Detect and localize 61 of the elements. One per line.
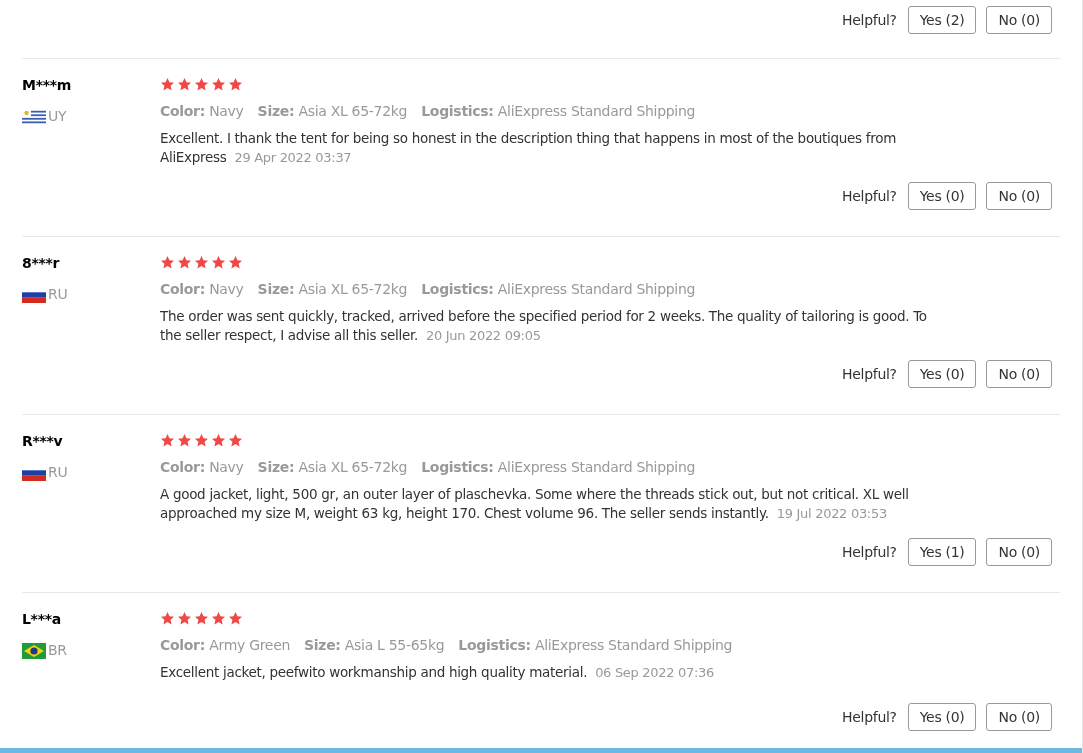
country-code: BR — [48, 641, 67, 660]
logistics-attribute: Logistics: AliExpress Standard Shipping — [421, 280, 696, 299]
country-code: RU — [48, 285, 68, 304]
logistics-attribute: Logistics: AliExpress Standard Shipping — [421, 102, 696, 121]
helpful-label: Helpful? — [842, 364, 897, 384]
star-icon — [228, 77, 243, 92]
review-text: Excellent. I thank the tent for being so honest in the description thing that happens in most of the boutiques from AliExpress 29 Apr 2022 03:37 — [160, 129, 898, 167]
star-icon — [228, 433, 243, 448]
country-code: RU — [48, 463, 68, 482]
review-text: Excellent jacket, peefwito workmanship and high quality material. 06 Sep 2022 07:36 — [160, 663, 716, 682]
star-icon — [211, 255, 226, 270]
reviewer-name: 8***r — [22, 254, 61, 273]
helpful-label: Helpful? — [842, 10, 897, 30]
yes-button[interactable]: Yes (0) — [907, 360, 977, 388]
star-icon — [177, 255, 192, 270]
size-attribute: Size: Asia XL 65-72kg — [257, 102, 408, 121]
star-icon — [194, 611, 209, 626]
yes-button[interactable]: Yes (1) — [907, 538, 977, 566]
helpful-label: Helpful? — [842, 186, 897, 206]
no-button[interactable]: No (0) — [986, 703, 1052, 731]
star-icon — [160, 77, 175, 92]
star-icon — [177, 433, 192, 448]
star-icon — [160, 255, 175, 270]
yes-button[interactable]: Yes (0) — [907, 703, 977, 731]
star-icon — [228, 255, 243, 270]
size-attribute: Size: Asia XL 65-72kg — [257, 458, 408, 477]
logistics-attribute: Logistics: AliExpress Standard Shipping — [458, 636, 733, 655]
color-attribute: Color: Navy — [160, 280, 244, 299]
country-code: UY — [48, 107, 67, 126]
no-button[interactable]: No (0) — [986, 182, 1052, 210]
no-button[interactable]: No (0) — [986, 360, 1052, 388]
helpful-label: Helpful? — [842, 707, 897, 727]
review-text: A good jacket, light, 500 gr, an outer layer of plaschevka. Some where the threads stick out, but not critical. XL well approached my size M, weight 63 kg, height 170. Chest volume 96. The seller sends instantly. 19 Jul 2022 03:53 — [160, 485, 910, 523]
reviewer-name: R***v — [22, 432, 64, 451]
review-text: The order was sent quickly, tracked, arrived before the specified period for 2 weeks. The quality of tailoring is good. To the seller respect, I advise all this seller. 20 Jun 2022 09:05 — [160, 307, 928, 345]
color-attribute: Color: Navy — [160, 458, 244, 477]
yes-button[interactable]: Yes (0) — [907, 182, 977, 210]
yes-button[interactable]: Yes (2) — [907, 6, 977, 34]
flag-icon — [22, 642, 46, 659]
star-icon — [211, 433, 226, 448]
star-icon — [194, 255, 209, 270]
size-attribute: Size: Asia L 55-65kg — [304, 636, 445, 655]
logistics-attribute: Logistics: AliExpress Standard Shipping — [421, 458, 696, 477]
helpful-label: Helpful? — [842, 542, 897, 562]
no-button[interactable]: No (0) — [986, 6, 1052, 34]
color-attribute: Color: Army Green — [160, 636, 291, 655]
reviewer-name: M***m — [22, 76, 72, 95]
reviewer-name: L***a — [22, 610, 62, 629]
no-button[interactable]: No (0) — [986, 538, 1052, 566]
color-attribute: Color: Navy — [160, 102, 244, 121]
star-icon — [211, 611, 226, 626]
star-icon — [160, 611, 175, 626]
star-icon — [177, 77, 192, 92]
star-icon — [228, 611, 243, 626]
flag-icon — [22, 108, 46, 125]
star-icon — [177, 611, 192, 626]
star-icon — [194, 433, 209, 448]
star-icon — [194, 77, 209, 92]
star-icon — [160, 433, 175, 448]
star-icon — [211, 77, 226, 92]
size-attribute: Size: Asia XL 65-72kg — [257, 280, 408, 299]
